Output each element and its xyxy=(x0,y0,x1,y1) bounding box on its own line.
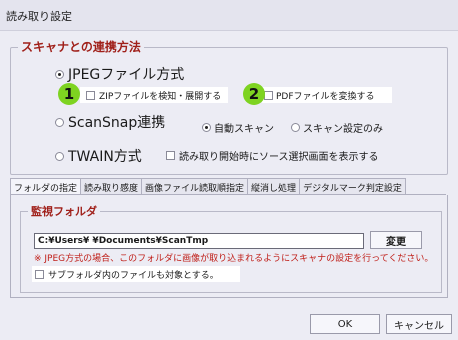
jpeg-radio[interactable] xyxy=(55,70,64,79)
tab-sensitivity[interactable]: 読み取り感度 xyxy=(80,178,143,194)
tab-folder[interactable]: フォルダの指定 xyxy=(10,178,82,194)
subfolder-checkbox[interactable] xyxy=(35,270,44,279)
pdf-label: PDFファイルを変換する xyxy=(276,92,375,102)
auto-scan-label: 自動スキャン xyxy=(214,124,274,135)
subfolder-label: サブフォルダ内のファイルも対象とする。 xyxy=(48,271,219,281)
scansnap-radio[interactable] xyxy=(55,118,64,127)
jpeg-warning-text: ※ JPEG方式の場合、このフォルダに画像が取り込まれるようにスキャナの設定を行… xyxy=(34,254,434,264)
annotation-badge-1: 1 xyxy=(58,83,80,105)
source-select-checkbox[interactable] xyxy=(166,151,175,160)
change-folder-button[interactable]: 変更 xyxy=(370,231,422,249)
watch-folder-legend: 監視フォルダ xyxy=(28,203,100,219)
title-bar: 読み取り設定 xyxy=(0,0,458,31)
annotation-badge-2: 2 xyxy=(243,83,265,105)
zip-checkbox[interactable] xyxy=(86,91,95,100)
scan-settings-only-radio[interactable] xyxy=(291,123,300,132)
jpeg-label: JPEGファイル方式 xyxy=(68,67,185,83)
tab-line-removal[interactable]: 縦消し処理 xyxy=(247,178,301,194)
window-title: 読み取り設定 xyxy=(6,10,72,23)
settings-tabs: フォルダの指定 読み取り感度 画像ファイル読取順指定 縦消し処理 デジタルマーク… xyxy=(10,178,446,195)
watch-folder-path-field[interactable]: C:¥Users¥ ¥Documents¥ScanTmp xyxy=(34,233,364,249)
cancel-button[interactable]: キャンセル xyxy=(386,314,452,334)
twain-radio[interactable] xyxy=(55,152,64,161)
scansnap-label: ScanSnap連携 xyxy=(68,115,166,131)
scanner-connection-legend: スキャナとの連携方法 xyxy=(18,38,144,55)
tab-image-order[interactable]: 画像ファイル読取順指定 xyxy=(141,178,249,194)
twain-label: TWAIN方式 xyxy=(68,149,142,165)
tab-digital-mark[interactable]: デジタルマーク判定設定 xyxy=(299,178,406,194)
scan-settings-only-label: スキャン設定のみ xyxy=(303,124,383,135)
auto-scan-radio[interactable] xyxy=(202,123,211,132)
pdf-checkbox[interactable] xyxy=(264,91,273,100)
source-select-label: 読み取り開始時にソース選択画面を表示する xyxy=(179,152,379,163)
ok-button[interactable]: OK xyxy=(310,314,380,334)
zip-label: ZIPファイルを検知・展開する xyxy=(99,92,222,102)
